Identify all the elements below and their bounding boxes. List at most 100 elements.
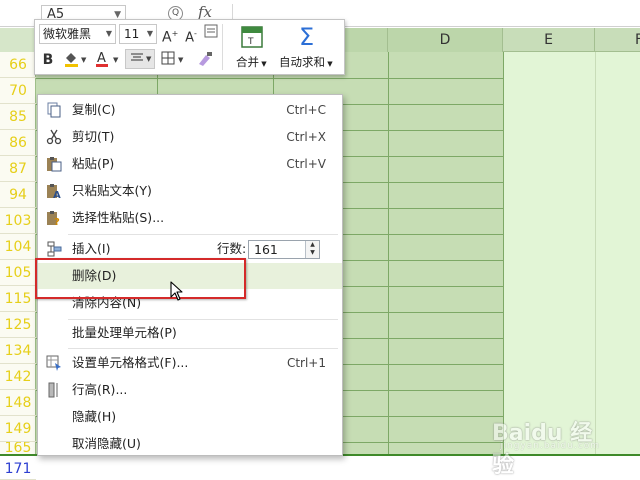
menu-item-label: 复制(C) (72, 102, 116, 117)
bold-button[interactable]: B (41, 50, 55, 70)
menu-item-shortcut: Ctrl+V (286, 157, 326, 171)
select-all-corner[interactable] (0, 28, 36, 52)
menu-item-label: 设置单元格格式(F)... (72, 355, 189, 370)
shrink-font-icon: A (185, 30, 194, 46)
svg-text:▼: ▼ (146, 55, 152, 63)
paste-icon (47, 157, 62, 172)
row-count-value: 161 (254, 242, 278, 257)
gridline (388, 52, 389, 455)
shrink-font-button[interactable]: A- (183, 24, 199, 46)
row-header[interactable]: 87 (0, 156, 36, 182)
menu-item-label: 批量处理单元格(P) (72, 325, 177, 340)
menu-item-label: 取消隐藏(U) (72, 436, 141, 451)
merge-label-text: 合并 (236, 55, 259, 69)
row-header[interactable]: 134 (0, 338, 36, 364)
menu-item-format-cells[interactable]: 设置单元格格式(F)... Ctrl+1 (38, 350, 342, 376)
border-button[interactable]: ▼ (159, 50, 187, 70)
format-cells-icon (46, 355, 61, 371)
svg-text:T: T (247, 37, 254, 47)
row-height-icon (48, 382, 58, 398)
font-size-select[interactable]: 11 ▼ (119, 24, 157, 44)
menu-item-label: 选择性粘贴(S)... (72, 210, 165, 225)
autosum-button[interactable]: Σ (297, 23, 321, 51)
row-header[interactable]: 149 (0, 416, 36, 442)
font-color-icon: A ▼ (96, 51, 119, 67)
row-header[interactable]: 148 (0, 390, 36, 416)
menu-item-paste-special[interactable]: ? 选择性粘贴(S)... (38, 205, 342, 231)
menu-item-unhide[interactable]: 取消隐藏(U) (38, 431, 342, 457)
menu-item-label: 粘贴(P) (72, 156, 115, 171)
row-header[interactable]: 105 (0, 260, 36, 286)
font-name-value: 微软雅黑 (43, 27, 92, 41)
baidu-watermark: Baidu 经验 jingyan.baidu.com (492, 411, 612, 478)
row-count-spinner[interactable]: ▲ ▼ (305, 241, 319, 258)
row-header-active[interactable]: 171 (0, 454, 36, 480)
menu-item-shortcut: Ctrl+X (286, 130, 326, 144)
grow-font-button[interactable]: A+ (162, 24, 178, 46)
menu-item-paste[interactable]: 粘贴(P) Ctrl+V (38, 151, 342, 177)
menu-item-label: 只粘贴文本(Y) (72, 183, 152, 198)
menu-separator (68, 234, 338, 235)
format-painter-button[interactable] (195, 50, 215, 70)
clear-format-icon (204, 24, 218, 38)
svg-text:A: A (97, 51, 106, 66)
svg-text:▼: ▼ (113, 56, 119, 64)
row-header[interactable]: 103 (0, 208, 36, 234)
font-color-button[interactable]: A ▼ (93, 50, 121, 70)
svg-text:Σ: Σ (299, 23, 314, 51)
align-center-icon: ▼ (131, 53, 152, 63)
menu-item-shortcut: Ctrl+C (286, 103, 326, 117)
mini-toolbar: 微软雅黑 ▼ 11 ▼ A+ A- B ▼ A ▼ ▼ ▼ T 合并 ▼ Σ 自动… (34, 19, 345, 75)
chevron-down-icon: ▼ (146, 29, 153, 38)
toolbar-divider (222, 24, 223, 70)
svg-text:?: ? (54, 217, 60, 226)
menu-item-batch-process[interactable]: 批量处理单元格(P) (38, 320, 342, 346)
highlight-box (35, 258, 246, 299)
insert-row-icon (47, 241, 62, 257)
menu-item-copy[interactable]: 复制(C) Ctrl+C (38, 97, 342, 123)
merge-label[interactable]: 合并 ▼ (236, 54, 267, 70)
svg-text:▼: ▼ (178, 56, 184, 64)
row-header[interactable]: 94 (0, 182, 36, 208)
menu-item-cut[interactable]: 剪切(T) Ctrl+X (38, 124, 342, 150)
chevron-down-icon: ▼ (105, 29, 112, 38)
merge-button[interactable]: T (240, 25, 264, 49)
align-button[interactable]: ▼ (125, 49, 155, 69)
font-name-select[interactable]: 微软雅黑 ▼ (39, 24, 116, 44)
spinner-down-icon[interactable]: ▼ (306, 249, 319, 257)
menu-item-hide[interactable]: 隐藏(H) (38, 404, 342, 430)
border-icon: ▼ (161, 51, 184, 65)
gridline (503, 52, 504, 455)
fill-color-button[interactable]: ▼ (61, 50, 89, 70)
merge-cells-icon: T (241, 26, 263, 48)
mouse-cursor-icon (170, 281, 183, 301)
paint-bucket-icon: ▼ (65, 53, 87, 67)
menu-item-paste-text[interactable]: A 只粘贴文本(Y) (38, 178, 342, 204)
row-header[interactable]: 142 (0, 364, 36, 390)
spinner-up-icon[interactable]: ▲ (306, 241, 319, 249)
menu-separator (68, 348, 338, 349)
svg-text:A: A (53, 190, 61, 199)
row-header[interactable]: 104 (0, 234, 36, 260)
row-header[interactable]: 85 (0, 104, 36, 130)
grow-font-icon: A (162, 29, 172, 46)
row-header[interactable]: 66 (0, 52, 36, 78)
svg-text:▼: ▼ (81, 56, 87, 64)
autosum-label[interactable]: 自动求和 ▼ (279, 54, 333, 70)
font-size-value: 11 (124, 27, 140, 41)
row-header[interactable]: 70 (0, 78, 36, 104)
gridline (595, 52, 596, 455)
row-header[interactable]: 125 (0, 312, 36, 338)
gridline (36, 78, 503, 79)
clear-format-button[interactable] (203, 24, 219, 44)
format-painter-icon (199, 52, 212, 66)
row-header[interactable]: 86 (0, 130, 36, 156)
sigma-icon: Σ (299, 23, 314, 51)
column-header-f[interactable]: F (595, 28, 640, 52)
row-header[interactable]: 115 (0, 286, 36, 312)
copy-icon (47, 102, 61, 118)
menu-item-label: 隐藏(H) (72, 409, 117, 424)
column-header-d[interactable]: D (388, 28, 503, 52)
menu-item-row-height[interactable]: 行高(R)... (38, 377, 342, 403)
column-header-e[interactable]: E (503, 28, 595, 52)
